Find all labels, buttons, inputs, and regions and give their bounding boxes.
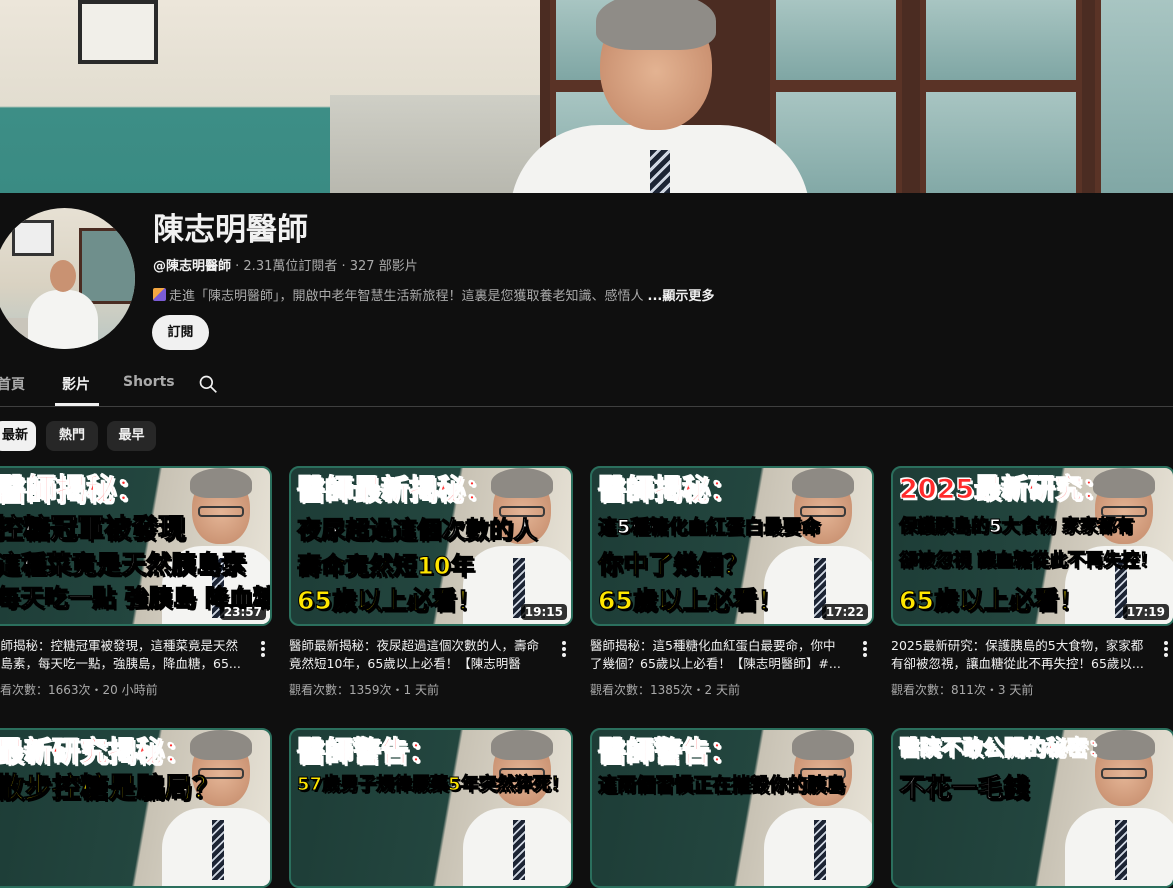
thumbnail-line: 保護胰島的5大食物 家家都有 (899, 516, 1135, 537)
video-thumbnail[interactable]: 醫師警告： 57歲男子規律服藥5年突然猝死！ (289, 728, 573, 888)
video-card[interactable]: 醫師揭秘： 這5種糖化血紅蛋白最要命 你中了幾個？ 65歲以上必看！ 17:22… (590, 466, 874, 697)
channel-stats: · 2.31萬位訂閱者 · 327 部影片 (231, 259, 418, 274)
show-more-link[interactable]: ...顯示更多 (648, 285, 715, 304)
video-card[interactable]: 醫院不敢公開的秘密： 不花一毛錢 (891, 728, 1173, 888)
video-meta: 觀看次數：1663次・20 小時前 (0, 683, 158, 697)
description-emoji-icon (153, 288, 166, 301)
video-duration: 17:19 (1122, 604, 1169, 620)
thumbnail-headline: 最新研究揭秘： (0, 735, 193, 768)
thumbnail-line: 控糖冠軍被發現 (0, 514, 186, 545)
more-actions-icon[interactable] (256, 639, 270, 657)
thumbnail-line: 65歲以上必看！ (899, 586, 1085, 615)
channel-meta: @陳志明醫師 · 2.31萬位訂閱者 · 327 部影片 (153, 255, 418, 274)
video-card[interactable]: 醫師警告： 這兩個習慣正在摧毀你的胰島 (590, 728, 874, 888)
active-tab-indicator (55, 403, 99, 406)
channel-avatar[interactable] (0, 208, 135, 349)
video-thumbnail[interactable]: 醫師最新揭秘： 夜尿超過這個次數的人 壽命竟然短10年 65歲以上必看！ 19:… (289, 466, 573, 626)
thumbnail-headline: 醫師揭秘： (0, 473, 147, 508)
tab-videos[interactable]: 影片 (62, 374, 90, 394)
video-title[interactable]: 醫師最新揭秘：夜尿超過這個次數的人，壽命竟然短10年，65歲以上必看！【陳志明醫… (289, 637, 543, 673)
channel-tabs: 首頁 影片 Shorts (0, 366, 1173, 407)
video-duration: 23:57 (219, 604, 266, 620)
tab-home[interactable]: 首頁 (0, 374, 25, 394)
more-actions-icon[interactable] (557, 639, 571, 657)
thumbnail-headline: 醫師警告： (597, 735, 739, 768)
video-card[interactable]: 醫師最新揭秘： 夜尿超過這個次數的人 壽命竟然短10年 65歲以上必看！ 19:… (289, 466, 573, 697)
chip-popular[interactable]: 熱門 (46, 421, 98, 451)
tab-shorts[interactable]: Shorts (123, 374, 175, 390)
thumbnail-line: 夜尿超過這個次數的人 (297, 516, 538, 544)
more-actions-icon[interactable] (1159, 639, 1173, 657)
thumbnail-line: 這兩個習慣正在摧毀你的胰島 (597, 774, 846, 796)
thumbnail-headline: 醫院不敢公開的秘密： (899, 736, 1110, 760)
video-thumbnail[interactable]: 醫師揭秘： 控糖冠軍被發現 這種菜竟是天然胰島素 每天吃一點 強胰島 降血糖 2… (0, 466, 272, 626)
video-meta: 觀看次數：1385次・2 天前 (590, 683, 740, 697)
channel-description-text: 走進「陳志明醫師」，開啟中老年智慧生活新旅程！這裏是您獲取養老知識、感悟人 (169, 289, 644, 304)
banner-wall-frame (78, 0, 158, 64)
video-thumbnail[interactable]: 醫師警告： 這兩個習慣正在摧毀你的胰島 (590, 728, 874, 888)
thumbnail-line: 65歲以上必看！ (598, 586, 784, 615)
video-card[interactable]: 醫師揭秘： 控糖冠軍被發現 這種菜竟是天然胰島素 每天吃一點 強胰島 降血糖 2… (0, 466, 272, 697)
thumbnail-headline: 醫師警告： (296, 735, 438, 768)
video-meta: 觀看次數：1359次・1 天前 (289, 683, 439, 697)
channel-description[interactable]: 走進「陳志明醫師」，開啟中老年智慧生活新旅程！這裏是您獲取養老知識、感悟人 ..… (153, 285, 714, 304)
channel-banner (0, 0, 1173, 193)
video-card[interactable]: 最新研究揭秘： 散步控糖是騙局？ (0, 728, 272, 888)
chip-oldest[interactable]: 最早 (107, 421, 156, 451)
video-thumbnail[interactable]: 醫院不敢公開的秘密： 不花一毛錢 (891, 728, 1173, 888)
video-thumbnail[interactable]: 醫師揭秘： 這5種糖化血紅蛋白最要命 你中了幾個？ 65歲以上必看！ 17:22 (590, 466, 874, 626)
thumbnail-line: 這種菜竟是天然胰島素 (0, 550, 247, 579)
subscribe-button[interactable]: 訂閱 (152, 315, 209, 350)
thumbnail-line: 壽命竟然短10年 (296, 552, 475, 580)
thumbnail-line: 散步控糖是騙局？ (0, 771, 221, 804)
video-title[interactable]: 醫師揭秘：控糖冠軍被發現，這種菜竟是天然胰島素，每天吃一點，強胰島，降血糖，65… (0, 637, 242, 673)
video-thumbnail[interactable]: 最新研究揭秘： 散步控糖是騙局？ (0, 728, 272, 888)
thumbnail-line: 不花一毛錢 (898, 774, 1030, 804)
video-meta: 觀看次數：811次・3 天前 (891, 683, 1034, 697)
video-duration: 17:22 (821, 604, 868, 620)
video-title[interactable]: 2025最新研究：保護胰島的5大食物，家家都有卻被忽視，讓血糖從此不再失控！65… (891, 637, 1145, 673)
thumbnail-line: 65歲以上必看！ (297, 586, 483, 615)
video-duration: 19:15 (520, 604, 567, 620)
video-thumbnail[interactable]: 2025最新研究： 保護胰島的5大食物 家家都有 卻被忽視 讓血糖從此不再失控！… (891, 466, 1173, 626)
more-actions-icon[interactable] (858, 639, 872, 657)
channel-name: 陳志明醫師 (153, 212, 308, 248)
thumbnail-line: 這5種糖化血紅蛋白最要命 (597, 516, 821, 538)
search-icon[interactable] (198, 374, 218, 394)
thumbnail-headline: 2025最新研究： (898, 474, 1110, 505)
video-card[interactable]: 2025最新研究： 保護胰島的5大食物 家家都有 卻被忽視 讓血糖從此不再失控！… (891, 466, 1173, 697)
thumbnail-line: 57歲男子規律服藥5年突然猝死！ (297, 774, 570, 795)
thumbnail-line: 你中了幾個？ (597, 550, 749, 579)
channel-handle: @陳志明醫師 (153, 259, 232, 274)
video-card[interactable]: 醫師警告： 57歲男子規律服藥5年突然猝死！ (289, 728, 573, 888)
video-title[interactable]: 醫師揭秘：這5種糖化血紅蛋白最要命，你中了幾個？65歲以上必看！【陳志明醫師】#… (590, 637, 844, 673)
chip-latest[interactable]: 最新 (0, 421, 36, 451)
banner-doctor (510, 0, 810, 193)
thumbnail-line: 卻被忽視 讓血糖從此不再失控！ (898, 550, 1158, 571)
thumbnail-headline: 醫師揭秘： (597, 473, 739, 506)
thumbnail-headline: 醫師最新揭秘： (296, 473, 494, 506)
